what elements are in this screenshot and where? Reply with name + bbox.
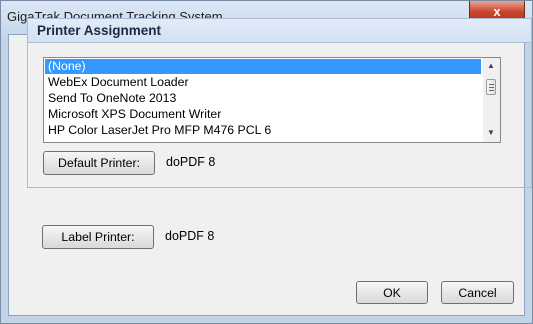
printer-assignment-group: Printer Assignment (None) WebEx Document… — [27, 18, 532, 188]
grip-line — [489, 87, 494, 88]
list-item[interactable]: WebEx Document Loader — [45, 75, 481, 90]
cancel-button[interactable]: Cancel — [441, 281, 514, 304]
listbox-scrollbar[interactable]: ▲ ▼ — [483, 58, 500, 142]
ok-button[interactable]: OK — [356, 281, 428, 304]
printer-listbox[interactable]: (None) WebEx Document Loader Send To One… — [43, 57, 501, 143]
scroll-down-icon[interactable]: ▼ — [487, 128, 495, 137]
default-printer-value: doPDF 8 — [166, 155, 216, 169]
grip-line — [489, 84, 494, 85]
group-title: Printer Assignment — [37, 23, 162, 38]
grip-line — [489, 90, 494, 91]
scroll-up-icon[interactable]: ▲ — [487, 61, 495, 70]
label-printer-button[interactable]: Label Printer: — [42, 225, 154, 249]
label-printer-value: doPDF 8 — [165, 229, 215, 243]
list-item[interactable]: (None) — [45, 59, 481, 74]
close-icon: x — [493, 3, 501, 19]
group-header: Printer Assignment — [28, 19, 531, 43]
list-item[interactable]: HP Color LaserJet Pro MFP M476 PCL 6 — [45, 123, 481, 138]
default-printer-button[interactable]: Default Printer: — [43, 151, 155, 175]
scrollbar-thumb[interactable] — [486, 79, 496, 95]
list-item[interactable]: Microsoft XPS Document Writer — [45, 107, 481, 122]
list-item[interactable]: Send To OneNote 2013 — [45, 91, 481, 106]
